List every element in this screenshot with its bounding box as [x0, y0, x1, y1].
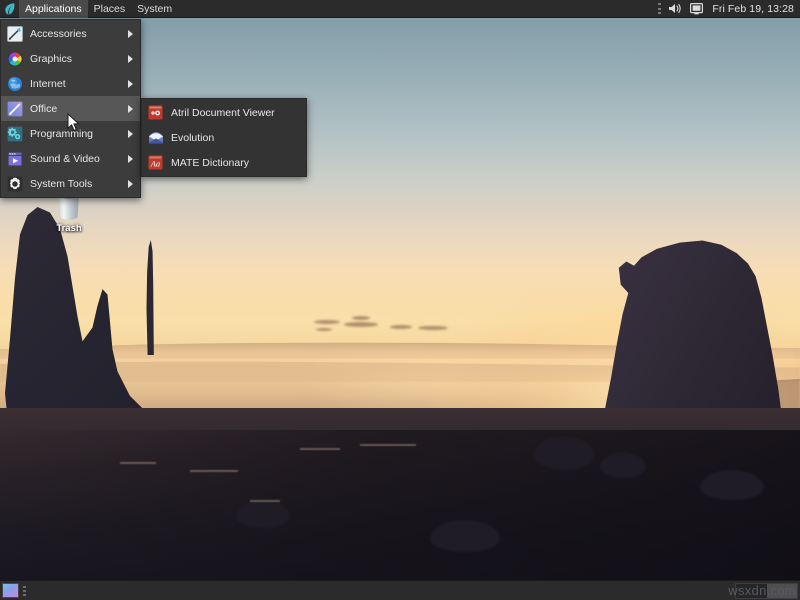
menu-item-label: Internet [30, 78, 124, 90]
wallpaper-light-speck [360, 444, 416, 446]
menu-item-office[interactable]: Office [1, 96, 140, 121]
show-desktop-icon[interactable] [2, 583, 19, 598]
programming-icon [6, 125, 23, 142]
panel-tray: Fri Feb 19, 13:28 [658, 0, 800, 18]
chevron-right-icon [128, 30, 133, 38]
sound-video-icon [6, 150, 23, 167]
desktop-screen: Trash Applications Places System [0, 0, 800, 600]
menu-item-programming[interactable]: Programming [1, 121, 140, 146]
bottom-panel [0, 580, 800, 600]
submenu-item-mate-dictionary[interactable]: Aa MATE Dictionary [142, 150, 306, 175]
panel-menubar: Applications Places System [19, 0, 178, 18]
wallpaper-foreground-bush [700, 470, 764, 500]
chevron-right-icon [128, 80, 133, 88]
wallpaper-cloud [390, 325, 412, 329]
wallpaper-cloud [344, 322, 378, 327]
menu-item-label: Graphics [30, 53, 124, 65]
office-icon [6, 100, 23, 117]
menu-item-accessories[interactable]: Accessories [1, 21, 140, 46]
graphics-icon [6, 50, 23, 67]
menu-item-label: System Tools [30, 178, 124, 190]
system-tools-icon [6, 175, 23, 192]
menubar-item-system[interactable]: System [131, 0, 178, 18]
wallpaper-cloud [418, 326, 448, 330]
wallpaper-cloud [314, 320, 340, 324]
panel-clock[interactable]: Fri Feb 19, 13:28 [710, 3, 794, 15]
wallpaper-light-speck [250, 500, 280, 502]
desktop-icon-label: Trash [34, 223, 104, 234]
chevron-right-icon [128, 130, 133, 138]
menubar-item-places[interactable]: Places [88, 0, 132, 18]
mate-dictionary-icon: Aa [147, 154, 164, 171]
menu-item-sound-video[interactable]: Sound & Video [1, 146, 140, 171]
watermark-text: wsxdn.com [728, 583, 796, 598]
menu-item-label: Office [30, 103, 124, 115]
wallpaper-foreground-bush [534, 436, 594, 470]
submenu-item-label: MATE Dictionary [171, 157, 302, 169]
wallpaper-light-speck [120, 462, 156, 464]
wallpaper-foreground-bush [236, 500, 290, 528]
wallpaper-foreground-bush [600, 452, 646, 478]
applications-menu: Accessories Graphics [0, 19, 141, 198]
submenu-item-evolution[interactable]: Evolution [142, 125, 306, 150]
chevron-right-icon [128, 105, 133, 113]
menu-item-graphics[interactable]: Graphics [1, 46, 140, 71]
evolution-mail-icon [147, 129, 164, 146]
menu-item-label: Sound & Video [30, 153, 124, 165]
submenu-item-atril-document-viewer[interactable]: Atril Document Viewer [142, 100, 306, 125]
top-panel: Applications Places System Fri Feb [0, 0, 800, 18]
wallpaper-cloud [316, 328, 332, 331]
chevron-right-icon [128, 155, 133, 163]
accessories-icon [6, 25, 23, 42]
wallpaper-valley-shadow [0, 430, 800, 580]
menu-item-internet[interactable]: Internet [1, 71, 140, 96]
svg-text:Aa: Aa [150, 160, 160, 169]
mate-leaf-icon[interactable] [0, 0, 19, 18]
submenu-item-label: Evolution [171, 132, 302, 144]
window-task-list[interactable] [26, 581, 735, 600]
menu-item-label: Accessories [30, 28, 124, 40]
chevron-right-icon [128, 180, 133, 188]
atril-document-viewer-icon [147, 104, 164, 121]
wallpaper-light-speck [190, 470, 238, 472]
menu-item-label: Programming [30, 128, 124, 140]
menubar-item-applications[interactable]: Applications [19, 0, 88, 18]
wallpaper-light-speck [300, 448, 340, 450]
submenu-item-label: Atril Document Viewer [171, 107, 302, 119]
internet-globe-icon [6, 75, 23, 92]
chevron-right-icon [128, 55, 133, 63]
wallpaper-foreground-bush [430, 520, 500, 552]
office-submenu: Atril Document Viewer Evolution [141, 98, 307, 177]
menu-item-system-tools[interactable]: System Tools [1, 171, 140, 196]
volume-speaker-icon[interactable] [668, 2, 683, 15]
drag-grip-icon[interactable] [658, 3, 661, 14]
display-monitor-icon[interactable] [690, 3, 703, 15]
wallpaper-cloud [352, 316, 370, 320]
